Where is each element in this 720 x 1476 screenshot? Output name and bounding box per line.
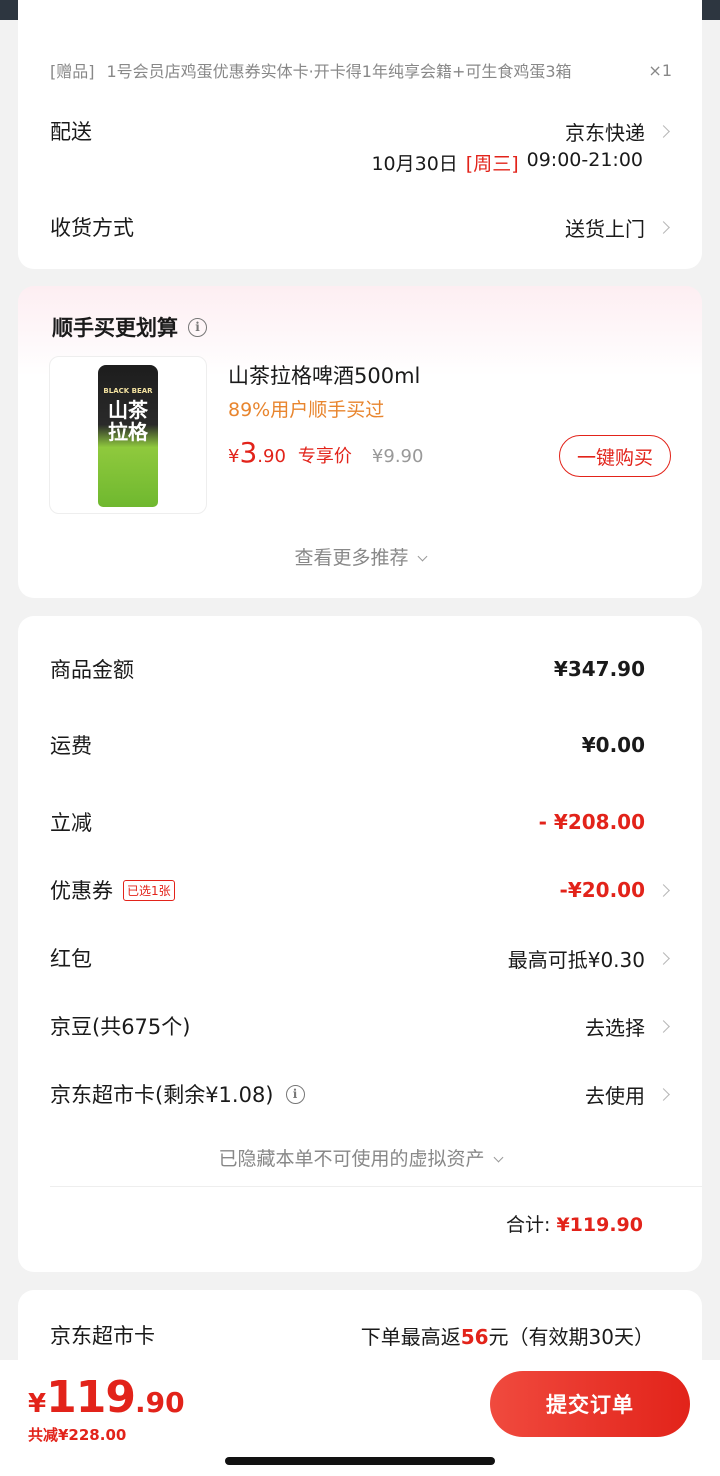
chevron-right-icon	[657, 951, 670, 965]
price-summary-card: 商品金额 ¥347.90 运费 ¥0.00 立减 - ¥208.00 优惠券 已…	[18, 616, 702, 1272]
delivery-timeslot: 10月30日 [周三] 09:00-21:00	[371, 149, 643, 175]
gift-qty: ×1	[648, 60, 672, 80]
chevron-down-icon	[417, 551, 427, 562]
hidden-assets-toggle[interactable]: 已隐藏本单不可使用的虚拟资产	[18, 1144, 702, 1171]
product-social-proof: 89%用户顺手买过	[228, 399, 385, 421]
product-name[interactable]: 山茶拉格啤酒500ml	[228, 360, 420, 390]
red-packet-row[interactable]: 红包 最高可抵¥0.30	[50, 943, 670, 973]
chevron-right-icon	[657, 1019, 670, 1033]
delivery-label: 配送	[50, 120, 92, 144]
footer-saved: 共减¥228.00	[28, 1426, 127, 1444]
product-image[interactable]: BLACK BEAR 山茶拉格	[49, 356, 207, 514]
receive-method-value: 送货上门	[565, 216, 645, 241]
can-title: 山茶拉格	[108, 398, 148, 444]
receive-method-label: 收货方式	[50, 216, 134, 240]
instant-discount-row: 立减 - ¥208.00	[50, 810, 645, 835]
one-click-buy-button[interactable]: 一键购买	[559, 435, 671, 477]
delivery-carrier: 京东快递	[565, 120, 645, 145]
supermarket-card-row[interactable]: 京东超市卡(剩余¥1.08) i 去使用	[50, 1079, 670, 1109]
chevron-right-icon	[657, 124, 670, 138]
delivery-row[interactable]: 配送 京东快递	[50, 116, 670, 146]
divider	[50, 1186, 702, 1187]
delivery-card: [赠品] 1号会员店鸡蛋优惠券实体卡·开卡得1年纯享会籍+可生食鸡蛋3箱 ×1 …	[18, 0, 702, 269]
chevron-right-icon	[657, 220, 670, 234]
gift-tag: [赠品]	[50, 62, 95, 81]
chevron-right-icon	[657, 1087, 670, 1101]
chevron-right-icon	[657, 883, 670, 897]
footer-price: ¥ 119 .90	[28, 1372, 185, 1423]
coupon-row[interactable]: 优惠券 已选1张 -¥20.00	[50, 875, 670, 905]
jd-beans-row[interactable]: 京豆(共675个) 去选择	[50, 1011, 670, 1041]
goods-amount-row: 商品金额 ¥347.90	[50, 657, 645, 682]
can-brand: BLACK BEAR	[103, 387, 153, 395]
order-total: 合计: ¥119.90	[506, 1214, 643, 1236]
product-price: ¥ 3 .90 专享价 ¥9.90	[228, 436, 424, 469]
checkout-bar: ¥ 119 .90 共减¥228.00 提交订单	[0, 1360, 720, 1476]
shipping-row: 运费 ¥0.00	[50, 733, 645, 758]
coupon-badge: 已选1张	[123, 879, 175, 901]
recommend-card: 顺手买更划算 i BLACK BEAR 山茶拉格 山茶拉格啤酒500ml 89%…	[18, 286, 702, 598]
info-icon[interactable]: i	[285, 1084, 305, 1104]
see-more-recommend[interactable]: 查看更多推荐	[18, 543, 702, 570]
chevron-down-icon	[493, 1152, 503, 1163]
supermarket-rebate-text: 下单最高返56元（有效期30天）	[360, 1324, 654, 1349]
info-icon[interactable]: i	[188, 317, 207, 337]
home-indicator	[225, 1457, 495, 1465]
submit-order-button[interactable]: 提交订单	[490, 1371, 690, 1437]
gift-text: 1号会员店鸡蛋优惠券实体卡·开卡得1年纯享会籍+可生食鸡蛋3箱	[106, 62, 572, 81]
receive-method-row[interactable]: 收货方式 送货上门	[50, 212, 670, 242]
recommend-title: 顺手买更划算	[52, 316, 178, 340]
